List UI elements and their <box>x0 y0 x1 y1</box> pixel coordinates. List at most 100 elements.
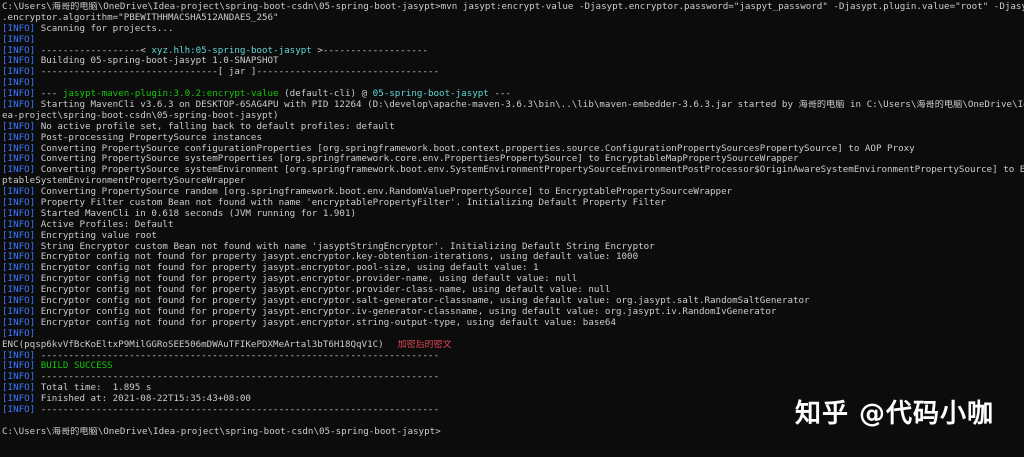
terminal-text: .encryptor.algorithm="PBEWITHHMACSHA512A… <box>2 12 279 23</box>
terminal-line: [INFO] Encryptor config not found for pr… <box>2 252 1024 263</box>
terminal-text: Encrypting value root <box>35 230 157 241</box>
log-level-tag: [INFO] <box>2 219 36 230</box>
log-level-tag: [INFO] <box>2 317 36 328</box>
terminal-line: [INFO] ---------------------------------… <box>2 372 1024 383</box>
terminal-line: [INFO] Encrypting value root <box>2 231 1024 242</box>
terminal-text: Encryptor config not found for property … <box>35 274 578 285</box>
terminal-line: [INFO] Post-processing PropertySource in… <box>2 133 1024 144</box>
log-level-tag: [INFO] <box>2 383 36 394</box>
terminal-text: ------------------< <box>35 45 152 56</box>
terminal-text: ea-project\spring-boot-csdn\05-spring-bo… <box>2 110 279 121</box>
terminal-text: Starting MavenCli v3.6.3 on DESKTOP-6SAG… <box>35 100 1024 111</box>
log-level-tag: [INFO] <box>2 154 36 165</box>
terminal-line: ptableSystemEnvironmentPropertySourceWra… <box>2 176 1024 187</box>
terminal-text: ----------------------------------------… <box>35 350 439 361</box>
terminal-text: Started MavenCli in 0.618 seconds (JVM r… <box>35 208 357 219</box>
terminal-line: [INFO] ------------------< xyz.hlh:05-sp… <box>2 46 1024 57</box>
terminal-text: Encryptor config not found for property … <box>35 317 616 328</box>
terminal-text: >------------------- <box>311 45 428 56</box>
terminal-text: ----------------------------------------… <box>35 372 439 383</box>
terminal-text: Converting PropertySource random [org.sp… <box>35 187 733 198</box>
terminal-line: [INFO] BUILD SUCCESS <box>2 361 1024 372</box>
terminal-line: [INFO] No active profile set, falling ba… <box>2 122 1024 133</box>
terminal-line: [INFO] Converting PropertySource systemE… <box>2 165 1024 176</box>
terminal-line: [INFO] Scanning for projects... <box>2 24 1024 35</box>
log-level-tag: [INFO] <box>2 372 36 383</box>
log-level-tag: [INFO] <box>2 45 36 56</box>
terminal-line: [INFO] Starting MavenCli v3.6.3 on DESKT… <box>2 100 1024 111</box>
terminal-line: [INFO] Encryptor config not found for pr… <box>2 307 1024 318</box>
terminal-text: ENC(pqsp6kvVfBcKoEltxP9MilGGRoSEE506mDWA… <box>2 339 384 350</box>
terminal-text: Building 05-spring-boot-jasypt 1.0-SNAPS… <box>35 56 279 67</box>
terminal-text: BUILD SUCCESS <box>40 361 113 372</box>
log-level-tag: [INFO] <box>2 132 36 143</box>
terminal-line: [INFO] ---------------------------------… <box>2 351 1024 362</box>
log-level-tag: [INFO] <box>2 306 36 317</box>
terminal-text: Encryptor config not found for property … <box>35 285 611 296</box>
terminal-text: 05-spring-boot-jasypt <box>372 89 489 100</box>
terminal-text: Total time: 1.895 s <box>35 383 152 394</box>
terminal-text: xyz.hlh:05-spring-boot-jasypt <box>151 45 312 56</box>
terminal-text: ----------------------------------------… <box>35 404 439 415</box>
terminal-line: [INFO] --- jasypt-maven-plugin:3.0.2:enc… <box>2 89 1024 100</box>
terminal-line: [INFO] Encryptor config not found for pr… <box>2 263 1024 274</box>
terminal-text: (default-cli) @ <box>278 89 373 100</box>
terminal-line: [INFO] String Encryptor custom Bean not … <box>2 242 1024 253</box>
log-level-tag: [INFO] <box>2 56 36 67</box>
log-level-tag: [INFO] <box>2 187 36 198</box>
terminal-line: [INFO] Started MavenCli in 0.618 seconds… <box>2 209 1024 220</box>
log-level-tag: [INFO] <box>2 230 36 241</box>
terminal-line: [INFO] <box>2 78 1024 89</box>
log-level-tag: [INFO] <box>2 274 36 285</box>
terminal-text: Scanning for projects... <box>35 23 174 34</box>
terminal-text: Encryptor config not found for property … <box>35 252 639 263</box>
terminal-line: [INFO] Converting PropertySource random … <box>2 187 1024 198</box>
annotation-label: 加密后的密文 <box>397 339 452 350</box>
terminal-line: [INFO] Converting PropertySource configu… <box>2 144 1024 155</box>
terminal-line: [INFO] Property Filter custom Bean not f… <box>2 198 1024 209</box>
log-level-tag: [INFO] <box>2 263 36 274</box>
terminal-text: ptableSystemEnvironmentPropertySourceWra… <box>2 176 246 187</box>
log-level-tag: [INFO] <box>2 100 36 111</box>
terminal-text: jasypt-maven-plugin:3.0.2:encrypt-value <box>62 89 279 100</box>
terminal-line: [INFO] <box>2 35 1024 46</box>
terminal-text: Finished at: 2021-08-22T15:35:43+08:00 <box>35 394 251 405</box>
log-level-tag: [INFO] <box>2 350 36 361</box>
log-level-tag: [INFO] <box>2 404 36 415</box>
log-level-tag: [INFO] <box>2 67 36 78</box>
log-level-tag: [INFO] <box>2 285 36 296</box>
terminal-text: Property Filter custom Bean not found wi… <box>35 198 666 209</box>
log-level-tag: [INFO] <box>2 23 36 34</box>
log-level-tag: [INFO] <box>2 121 36 132</box>
terminal-text: Converting PropertySource configurationP… <box>35 143 915 154</box>
terminal-line: [INFO] Encryptor config not found for pr… <box>2 318 1024 329</box>
terminal-text: --- <box>35 89 63 100</box>
log-level-tag: [INFO] <box>2 143 36 154</box>
terminal-line: [INFO] --------------------------------[… <box>2 67 1024 78</box>
log-level-tag: [INFO] <box>2 165 36 176</box>
terminal-text: --- <box>488 89 511 100</box>
terminal-line: [INFO] Converting PropertySource systemP… <box>2 154 1024 165</box>
terminal-line: [INFO] Encryptor config not found for pr… <box>2 285 1024 296</box>
terminal-output[interactable]: C:\Users\海哥的电脑\OneDrive\Idea-project\spr… <box>0 0 1024 457</box>
terminal-line: [INFO] Active Profiles: Default <box>2 220 1024 231</box>
terminal-text: No active profile set, falling back to d… <box>35 121 395 132</box>
terminal-line: [INFO] Building 05-spring-boot-jasypt 1.… <box>2 56 1024 67</box>
terminal-line: .encryptor.algorithm="PBEWITHHMACSHA512A… <box>2 13 1024 24</box>
terminal-text: Post-processing PropertySource instances <box>35 132 262 143</box>
log-level-tag: [INFO] <box>2 394 36 405</box>
log-level-tag: [INFO] <box>2 208 36 219</box>
terminal-text: String Encryptor custom Bean not found w… <box>35 241 655 252</box>
terminal-text: Converting PropertySource systemEnvironm… <box>35 165 1024 176</box>
log-level-tag: [INFO] <box>2 34 36 45</box>
log-level-tag: [INFO] <box>2 328 36 339</box>
terminal-text: Active Profiles: Default <box>35 219 174 230</box>
terminal-text: --------------------------------[ jar ]-… <box>35 67 439 78</box>
terminal-text: C:\Users\海哥的电脑\OneDrive\Idea-project\spr… <box>2 426 441 437</box>
terminal-text: Encryptor config not found for property … <box>35 263 539 274</box>
log-level-tag: [INFO] <box>2 198 36 209</box>
terminal-text: Encryptor config not found for property … <box>35 306 777 317</box>
log-level-tag: [INFO] <box>2 89 36 100</box>
log-level-tag: [INFO] <box>2 241 36 252</box>
terminal-line: C:\Users\海哥的电脑\OneDrive\Idea-project\spr… <box>2 2 1024 13</box>
